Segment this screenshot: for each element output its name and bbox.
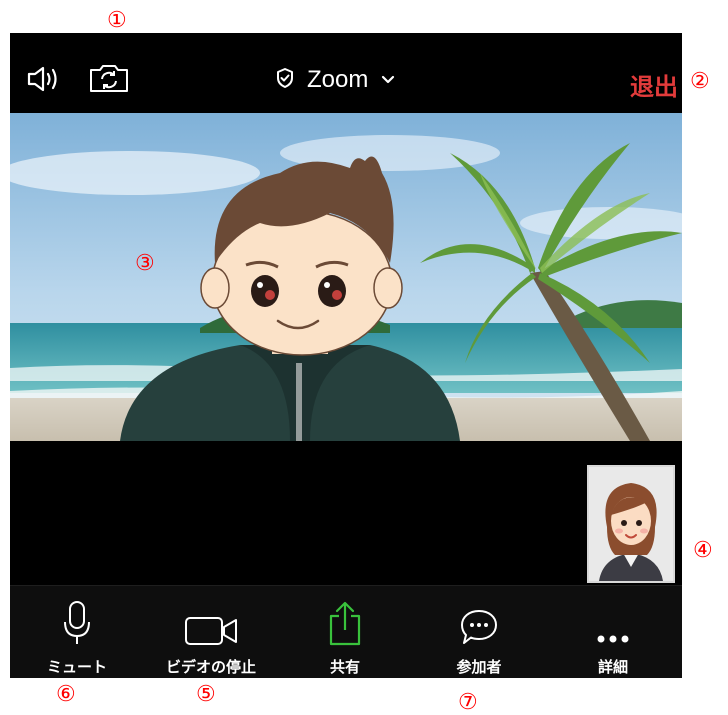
annotation-marker-4: ④ (693, 538, 713, 563)
mute-label: ミュート (46, 658, 107, 676)
share-label: 共有 (329, 658, 360, 676)
annotation-marker-3: ③ (135, 251, 155, 276)
camera-switch-icon[interactable] (86, 61, 132, 95)
participant-thumbnail[interactable] (587, 465, 675, 583)
meeting-title-dropdown[interactable]: Zoom (275, 65, 396, 95)
beach-background-image (10, 113, 682, 441)
participants-button[interactable]: 参加者 (412, 586, 546, 678)
share-icon (327, 594, 363, 646)
annotation-marker-1: ① (107, 8, 127, 33)
more-button[interactable]: 詳細 (546, 586, 680, 678)
speaker-icon[interactable] (24, 63, 66, 95)
share-button[interactable]: 共有 (278, 586, 412, 678)
more-label: 詳細 (597, 658, 628, 676)
mute-button[interactable]: ミュート (10, 586, 144, 678)
annotation-marker-5: ⑤ (196, 682, 216, 707)
main-video (10, 113, 682, 441)
microphone-icon (62, 594, 92, 646)
chat-bubble-icon (459, 594, 499, 646)
bottom-toolbar: ミュート ビデオの停止 共有 参加者 詳細 (10, 585, 682, 678)
leave-button[interactable]: 退出 (630, 67, 678, 102)
video-camera-icon (184, 594, 238, 646)
shield-icon (275, 67, 295, 93)
stop-video-button[interactable]: ビデオの停止 (144, 586, 278, 678)
annotation-marker-7: ⑦ (458, 690, 478, 715)
stop-video-label: ビデオの停止 (165, 658, 256, 676)
participant-avatar (589, 467, 673, 581)
meeting-title: Zoom (307, 66, 369, 93)
participants-label: 参加者 (456, 658, 502, 676)
annotation-marker-6: ⑥ (56, 682, 76, 707)
annotation-marker-2: ② (690, 69, 710, 94)
top-bar: Zoom 退出 (10, 33, 682, 113)
more-icon (593, 594, 633, 646)
chevron-down-icon (380, 71, 396, 90)
zoom-meeting-screen: Zoom 退出 ミュート ビデオの停止 共有 参加者 詳細 ③ (10, 33, 682, 678)
